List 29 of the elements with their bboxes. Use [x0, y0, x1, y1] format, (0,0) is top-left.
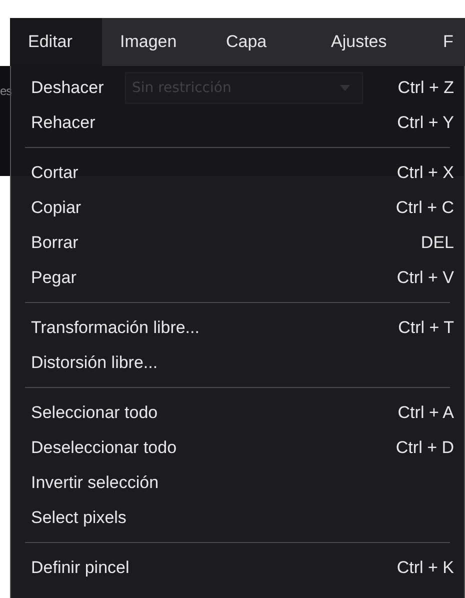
menubar-item[interactable]: Ajustes: [313, 18, 425, 66]
shortcut-label: Ctrl + T: [398, 316, 454, 339]
shortcut-label: Ctrl + C: [396, 196, 454, 219]
menu-item[interactable]: Rehacer: [31, 110, 96, 136]
menubar-item[interactable]: Imagen: [102, 18, 208, 66]
menu-item[interactable]: Seleccionar todo: [31, 400, 158, 426]
menu-item[interactable]: Select pixels: [31, 504, 126, 530]
shortcut-label: Ctrl + Y: [397, 112, 454, 134]
shortcut-label: DEL: [420, 232, 454, 254]
menu-item[interactable]: Borrar: [31, 230, 78, 256]
shortcut-label: Ctrl + X: [396, 162, 454, 184]
menu-item[interactable]: Invertir selección: [31, 470, 159, 496]
shortcut-label: Ctrl + D: [396, 436, 454, 459]
menubar-item[interactable]: Editar: [10, 18, 102, 66]
menu-item[interactable]: Deshacer: [31, 74, 104, 100]
menu-item[interactable]: Cortar: [31, 160, 78, 186]
menu-item[interactable]: Transformación libre...: [31, 314, 200, 340]
menu-item[interactable]: Pegar: [31, 264, 76, 290]
shortcut-label: Ctrl + A: [398, 402, 454, 424]
shortcut-label: Ctrl + V: [396, 266, 454, 289]
menu-item[interactable]: Definir pincel: [31, 554, 130, 580]
shortcut-label: Ctrl + K: [396, 556, 454, 579]
menubar-item[interactable]: Capa: [208, 18, 313, 66]
menu-item[interactable]: Distorsión libre...: [31, 350, 158, 376]
shortcut-label: Ctrl + Z: [398, 76, 454, 99]
menubar-item[interactable]: F: [425, 18, 465, 66]
menu-item[interactable]: Deseleccionar todo: [31, 434, 177, 460]
menu-item[interactable]: Copiar: [31, 194, 82, 220]
caret-down-icon: [340, 85, 350, 91]
